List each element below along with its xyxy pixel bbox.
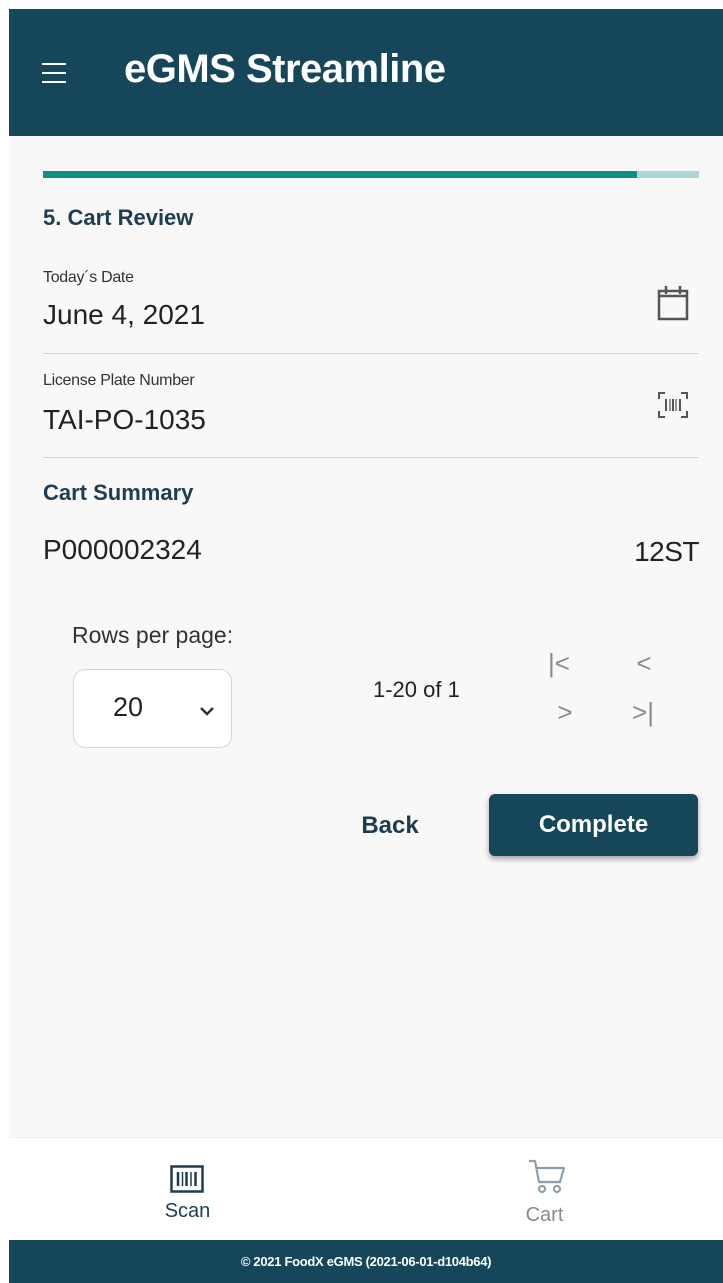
nav-item-scan[interactable]: Scan [9, 1138, 366, 1241]
nav-item-cart[interactable]: Cart [366, 1138, 723, 1241]
last-page-button[interactable]: >| [623, 694, 663, 730]
first-page-button[interactable]: |< [539, 645, 579, 681]
rows-per-page-label: Rows per page: [72, 622, 234, 648]
app-header: eGMS Streamline [9, 9, 723, 136]
barcode-icon [170, 1165, 204, 1198]
progress-bar-fill [43, 171, 637, 178]
app-title: eGMS Streamline [124, 47, 446, 91]
date-field-value: June 4, 2021 [43, 299, 205, 330]
date-field-label: Today´s Date [43, 269, 134, 286]
nav-item-scan-label: Scan [164, 1200, 211, 1222]
cart-item-qty: 12ST [634, 536, 699, 567]
nav-item-cart-label: Cart [525, 1204, 564, 1226]
cart-summary-title: Cart Summary [43, 480, 194, 505]
hamburger-menu-icon[interactable] [42, 62, 68, 84]
app-frame: eGMS Streamline 5. Cart Review Today´s D… [9, 9, 723, 1283]
complete-button[interactable]: Complete [489, 794, 698, 856]
calendar-icon[interactable] [657, 283, 689, 326]
progress-bar [43, 171, 699, 178]
page-info: 1-20 of 1 [373, 677, 460, 702]
barcode-scan-icon[interactable] [657, 390, 689, 425]
next-page-button[interactable]: > [545, 694, 585, 730]
license-plate-field-label: License Plate Number [43, 372, 195, 389]
chevron-down-icon [200, 699, 214, 722]
rows-per-page-value: 20 [113, 692, 144, 722]
footer: © 2021 FoodX eGMS (2021-06-01-d104b64) [9, 1240, 723, 1283]
bottom-nav: Scan Cart [9, 1137, 723, 1241]
license-plate-field-value: TAI-PO-1035 [43, 404, 206, 435]
license-plate-field[interactable]: License Plate Number TAI-PO-1035 [43, 364, 699, 458]
back-button[interactable]: Back [335, 795, 445, 857]
previous-page-button[interactable]: < [624, 645, 664, 681]
step-title: 5. Cart Review [43, 205, 194, 230]
rows-per-page-select[interactable]: 20 [73, 669, 232, 748]
cart-item-id: P000002324 [43, 534, 202, 565]
date-field[interactable]: Today´s Date June 4, 2021 [43, 263, 699, 354]
cart-icon [527, 1158, 567, 1201]
